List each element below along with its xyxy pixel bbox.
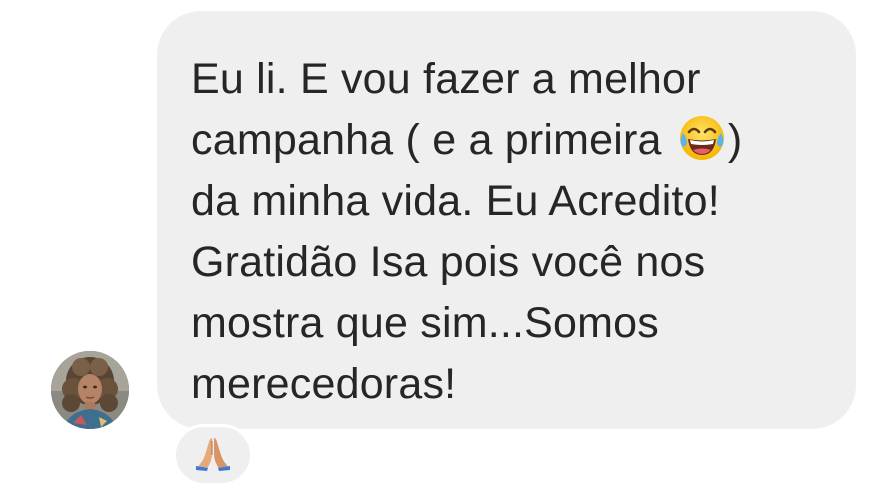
sender-avatar[interactable] xyxy=(51,351,129,429)
message-line-text: campanha ( e a primeira xyxy=(191,116,674,164)
message-line: da minha vida. Eu Acredito! xyxy=(191,177,720,225)
face-with-tears-of-joy-icon xyxy=(677,113,727,163)
message-line: merecedoras! xyxy=(191,360,457,408)
message-bubble[interactable]: Eu li. E vou fazer a melhor campanha ( e… xyxy=(157,11,856,429)
message-line: campanha ( e a primeira ) xyxy=(191,110,856,171)
message-line-text: ) xyxy=(727,116,743,164)
message-line: mostra que sim...Somos xyxy=(191,299,659,347)
message-line: Eu li. E vou fazer a melhor xyxy=(191,55,701,103)
message-reaction[interactable] xyxy=(173,424,253,486)
avatar-photo xyxy=(51,351,129,429)
message-line: Gratidão Isa pois você nos xyxy=(191,238,706,286)
folded-hands-icon xyxy=(193,433,233,478)
chat-thread: Eu li. E vou fazer a melhor campanha ( e… xyxy=(0,0,880,491)
